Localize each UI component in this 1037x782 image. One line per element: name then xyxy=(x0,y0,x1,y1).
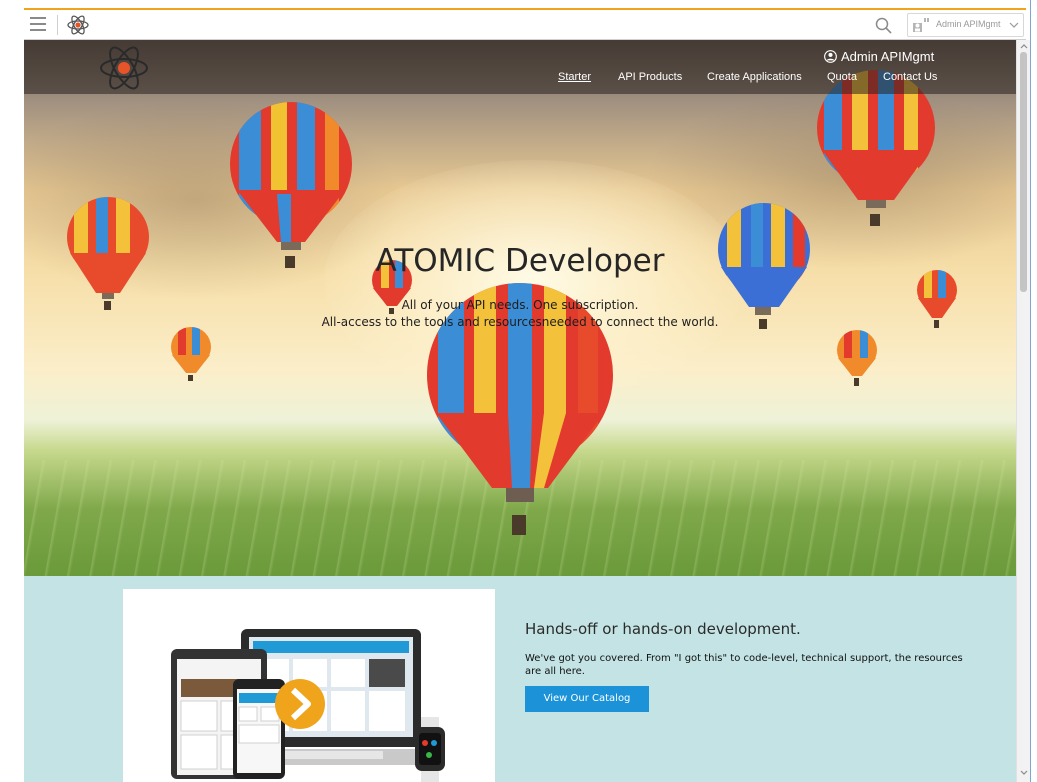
nav-quota[interactable]: Quota xyxy=(827,71,857,83)
scrollbar-thumb[interactable] xyxy=(1020,52,1027,292)
hero-subtitle: All-access to the tools and resourcesnee… xyxy=(321,315,719,329)
feature-description: We've got you covered. From "I got this"… xyxy=(525,653,963,677)
nav-api-products[interactable]: API Products xyxy=(618,71,682,83)
user-avatar-icon xyxy=(913,18,929,32)
vertical-scrollbar[interactable] xyxy=(1016,40,1030,782)
hot-air-balloon-image xyxy=(171,327,211,381)
nav-contact-us[interactable]: Contact Us xyxy=(883,71,937,83)
search-icon[interactable] xyxy=(874,16,894,36)
nav-create-applications[interactable]: Create Applications xyxy=(707,71,802,83)
toolbar-divider xyxy=(57,15,58,35)
app-toolbar: Admin APIMgmt xyxy=(24,8,1026,40)
menu-icon[interactable] xyxy=(30,17,46,33)
hero-subtitle: All of your API needs. One subscription. xyxy=(401,298,639,312)
view-catalog-button[interactable]: View Our Catalog xyxy=(525,686,649,712)
nav-starter[interactable]: Starter xyxy=(558,71,591,83)
user-menu-label: Admin APIMgmt xyxy=(936,19,1001,29)
window-edge xyxy=(1030,0,1037,782)
user-menu-button[interactable]: Admin APIMgmt xyxy=(907,13,1024,37)
hero-banner: Admin APIMgmt Starter API Products Creat… xyxy=(24,40,1016,576)
hero-title: ATOMIC Developer xyxy=(375,243,665,279)
feature-heading: Hands-off or hands-on development. xyxy=(525,620,801,638)
user-circle-icon xyxy=(824,50,837,63)
account-menu[interactable]: Admin APIMgmt xyxy=(824,49,934,64)
site-header: Admin APIMgmt Starter API Products Creat… xyxy=(24,40,1016,94)
scroll-up-arrow-icon[interactable] xyxy=(1019,41,1029,51)
chevron-down-icon xyxy=(1009,22,1019,28)
atom-logo-icon[interactable] xyxy=(98,42,150,94)
atom-logo-icon[interactable] xyxy=(66,13,90,37)
account-name: Admin APIMgmt xyxy=(841,49,935,64)
feature-section: Hands-off or hands-on development. We've… xyxy=(24,576,1016,782)
devices-illustration-card xyxy=(123,589,495,782)
hot-air-balloon-image xyxy=(837,330,877,386)
devices-illustration-image xyxy=(171,629,445,782)
scroll-down-arrow-icon[interactable] xyxy=(1019,768,1029,778)
